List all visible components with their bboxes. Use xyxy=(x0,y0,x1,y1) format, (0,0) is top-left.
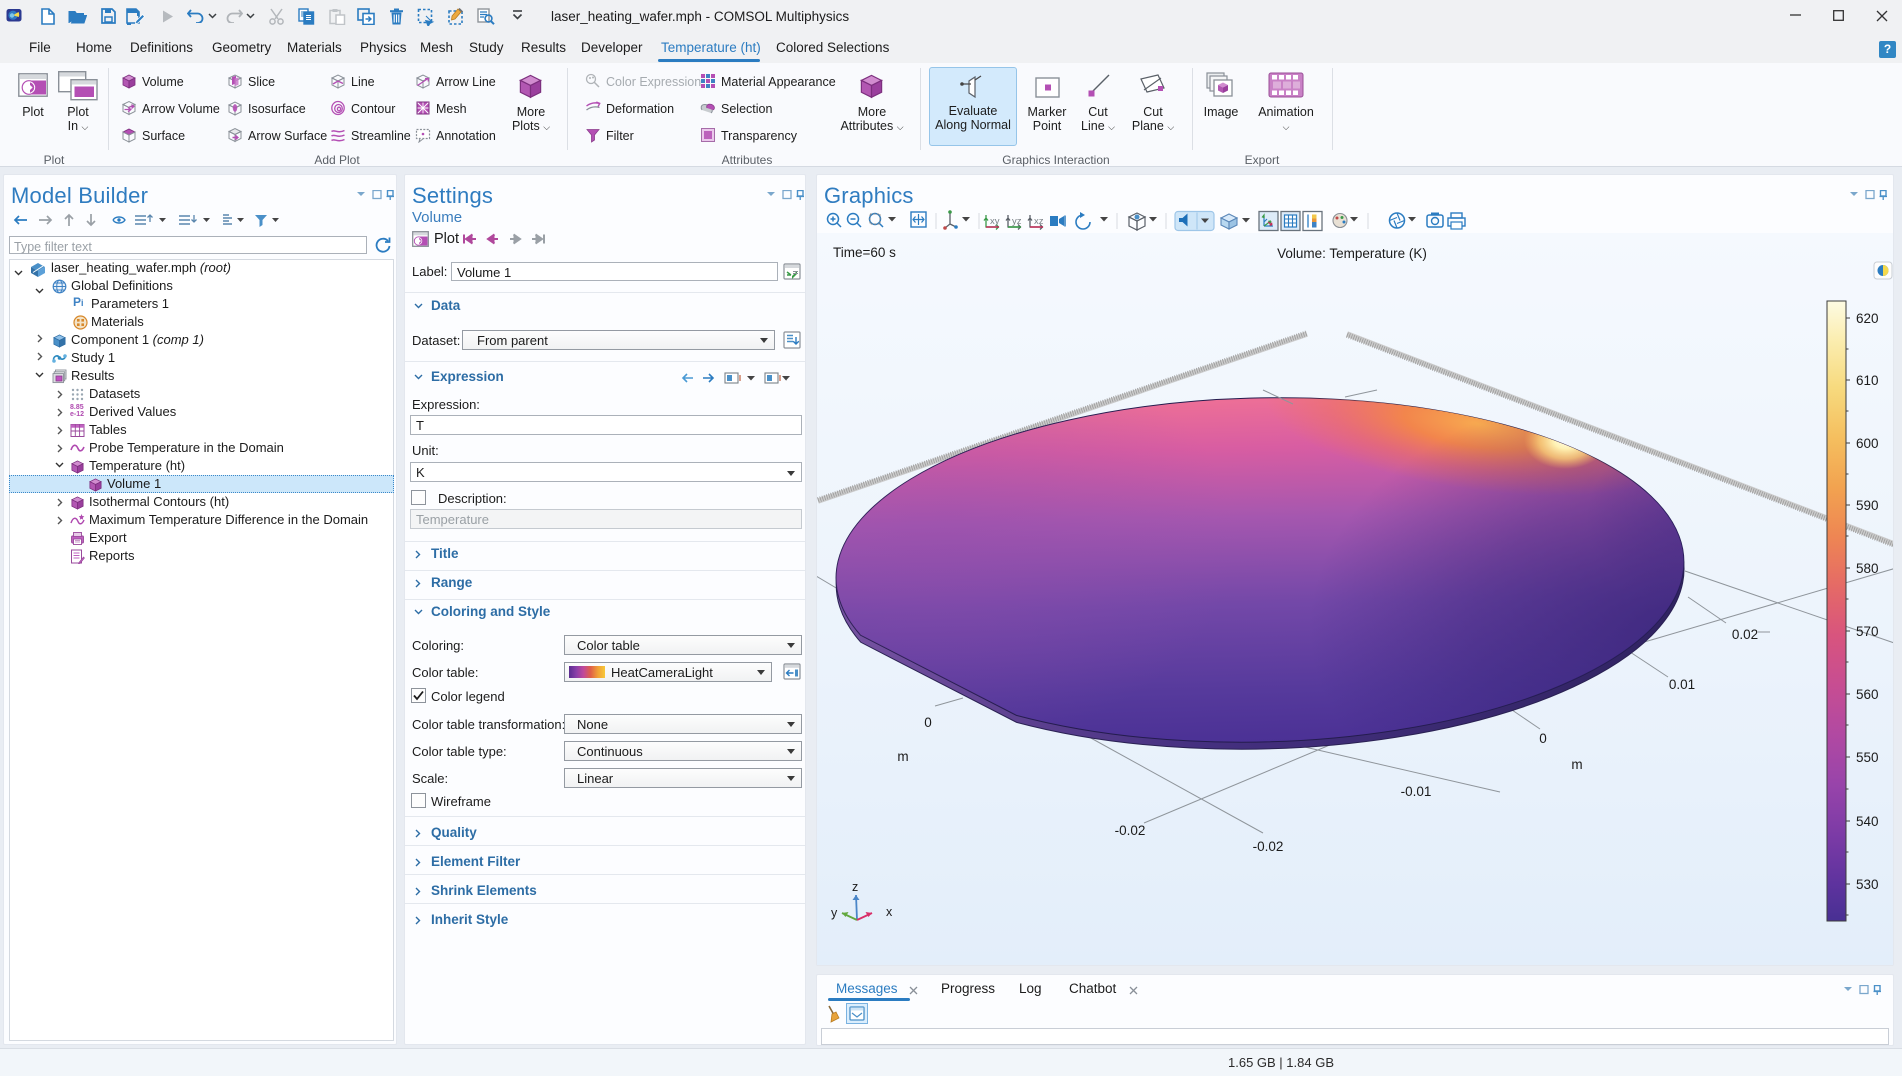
svg-text:0: 0 xyxy=(1539,731,1547,746)
svg-text:0: 0 xyxy=(924,715,932,730)
svg-text:m: m xyxy=(897,749,908,764)
svg-text:0.01: 0.01 xyxy=(1669,677,1695,692)
svg-text:x: x xyxy=(886,905,893,919)
svg-text:xz: xz xyxy=(1034,216,1044,227)
svg-text:550: 550 xyxy=(1856,750,1879,765)
svg-text:m: m xyxy=(1571,757,1582,772)
svg-text:xy: xy xyxy=(990,216,1000,227)
svg-text:-0.02: -0.02 xyxy=(1253,839,1284,854)
svg-text:0.02: 0.02 xyxy=(1732,627,1758,642)
svg-text:-0.02: -0.02 xyxy=(1115,823,1146,838)
svg-text:-0.01: -0.01 xyxy=(1401,784,1432,799)
svg-text:yz: yz xyxy=(1012,216,1022,227)
svg-text:610: 610 xyxy=(1856,373,1879,388)
svg-text:570: 570 xyxy=(1856,624,1879,639)
svg-text:580: 580 xyxy=(1856,561,1879,576)
svg-text:530: 530 xyxy=(1856,877,1879,892)
svg-text:Volume: Temperature (K): Volume: Temperature (K) xyxy=(1277,246,1427,261)
svg-text:z: z xyxy=(852,880,858,894)
svg-text:540: 540 xyxy=(1856,814,1879,829)
svg-text:620: 620 xyxy=(1856,311,1879,326)
svg-text:590: 590 xyxy=(1856,498,1879,513)
svg-text:y: y xyxy=(831,906,838,920)
svg-text:Time=60 s: Time=60 s xyxy=(833,245,896,260)
svg-text:600: 600 xyxy=(1856,436,1879,451)
svg-text:560: 560 xyxy=(1856,687,1879,702)
